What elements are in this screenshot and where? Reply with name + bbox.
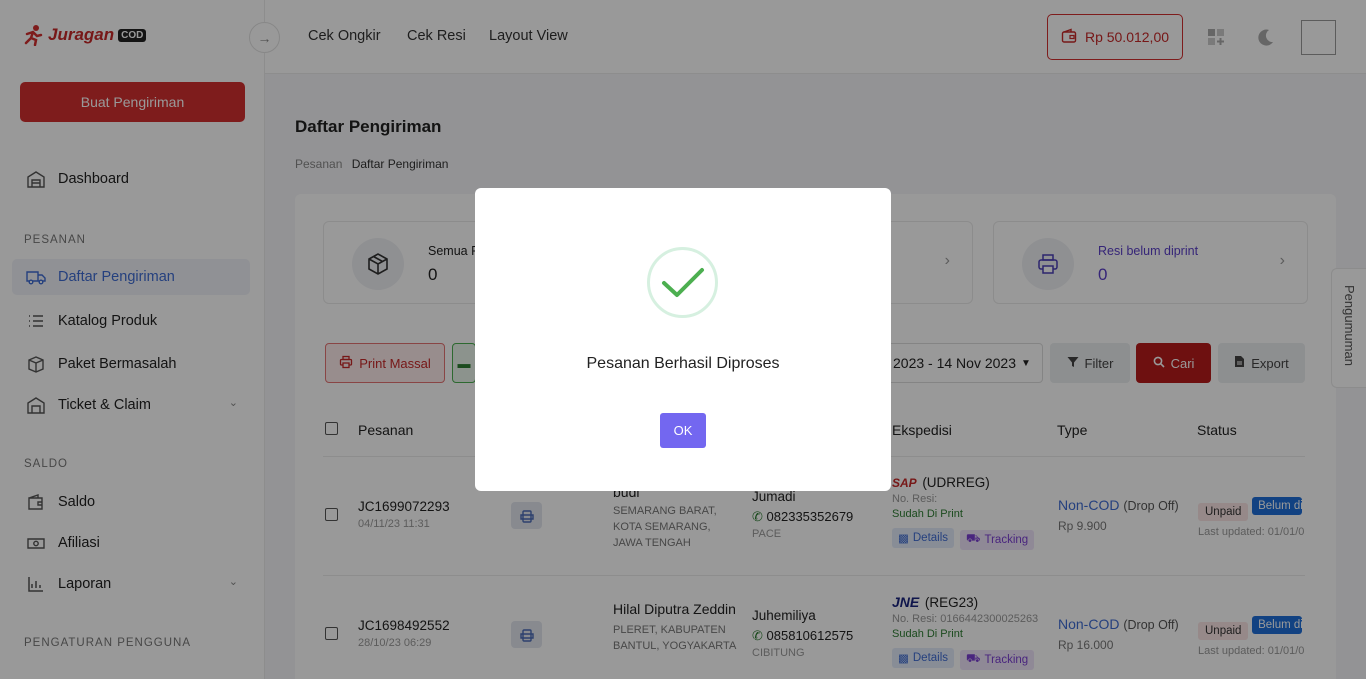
success-check-icon [647,247,718,318]
dialog-message: Pesanan Berhasil Diproses [586,355,780,372]
success-dialog: Pesanan Berhasil Diproses OK [475,188,891,491]
ok-button[interactable]: OK [660,413,706,448]
